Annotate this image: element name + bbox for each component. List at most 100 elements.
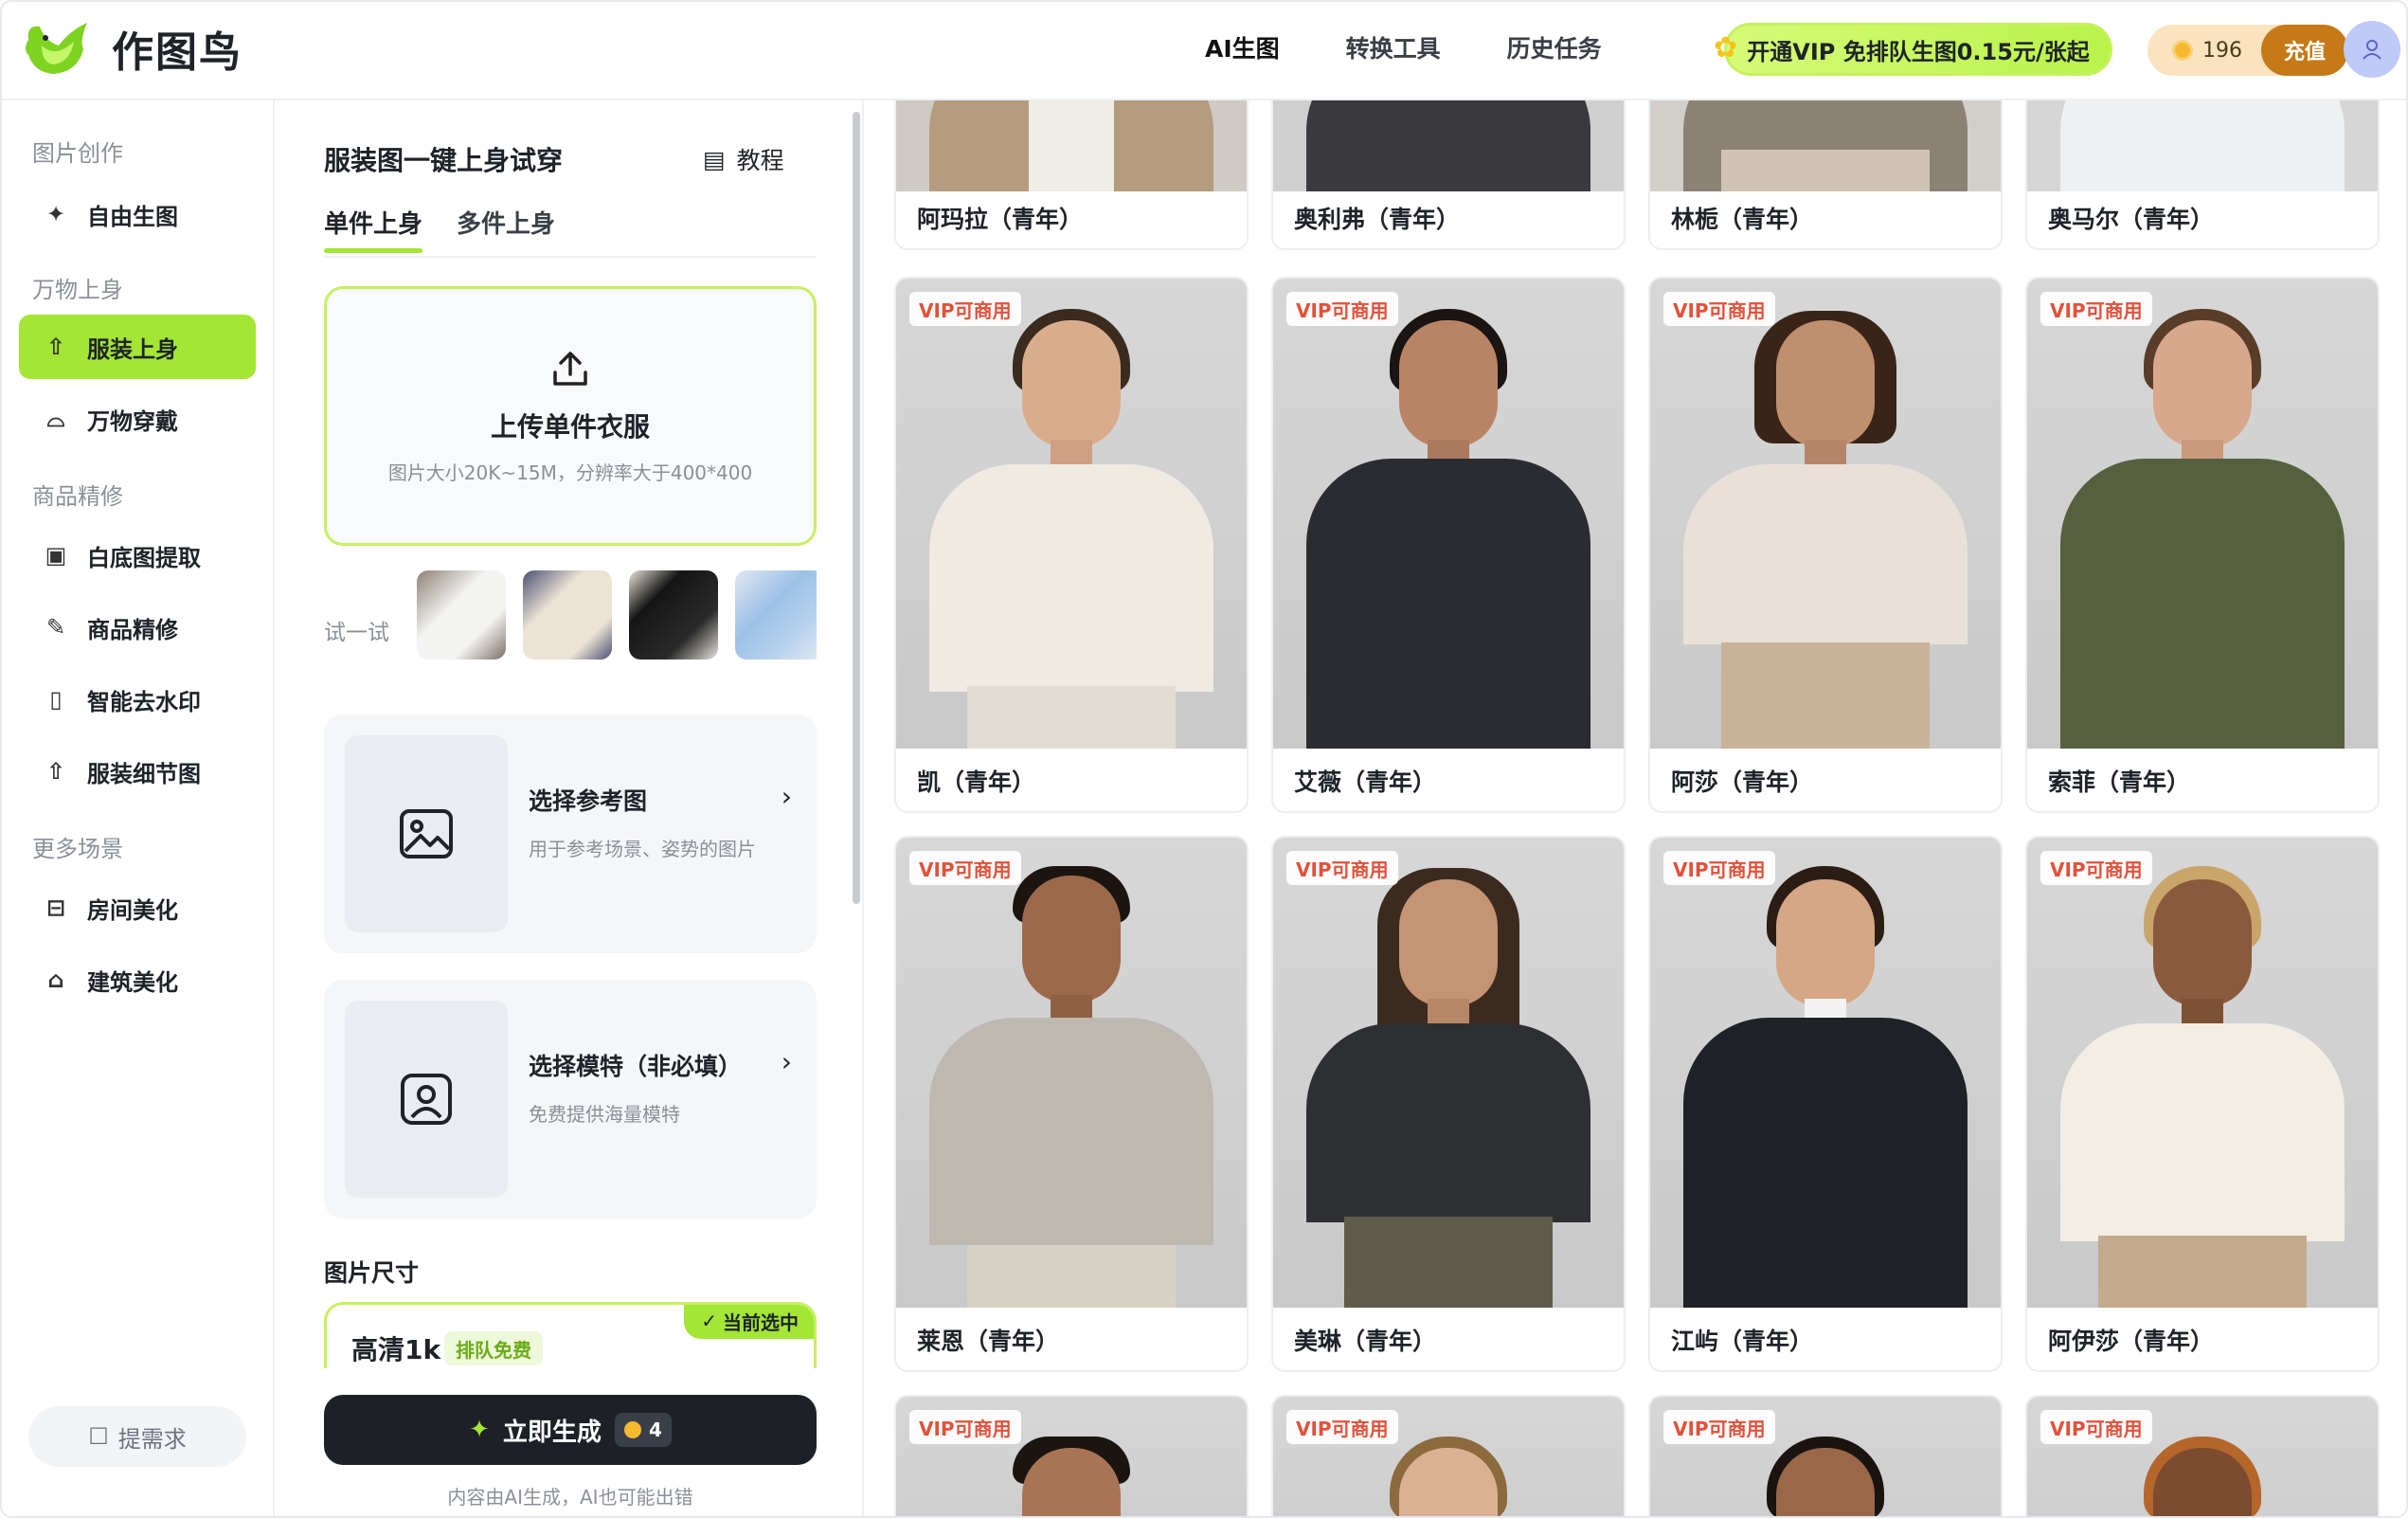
model-subtitle: 免费提供海量模特 — [529, 1103, 680, 1126]
model-selector[interactable]: 选择模特（非必填） 免费提供海量模特 › — [324, 980, 817, 1219]
panel-scrollbar[interactable] — [853, 112, 860, 904]
model-card[interactable]: 林栀（青年） — [1648, 100, 2003, 250]
sidebar-item-label: 白底图提取 — [87, 544, 201, 571]
nav-ai-generate[interactable]: AI生图 — [1201, 30, 1284, 70]
sidebar-item-remove-watermark[interactable]: ▯ 智能去水印 — [19, 667, 256, 732]
model-gallery: 阿玛拉（青年） 奥利弗（青年） 林栀（青年） 奥马尔（青年） VIP可商用 凯（… — [866, 100, 2406, 1516]
model-figure — [1683, 1018, 1968, 1308]
vip-promo-banner[interactable]: ✿ 开通VIP 免排队生图0.15元/张起 — [1714, 23, 2112, 76]
model-figure — [1344, 1217, 1553, 1308]
reference-subtitle: 用于参考场景、姿势的图片 — [529, 838, 756, 860]
model-photo — [2027, 279, 2378, 749]
sidebar-item-building-beautify[interactable]: ⌂ 建筑美化 — [19, 948, 256, 1012]
model-figure — [1721, 642, 1930, 749]
model-card[interactable]: VIP可商用 凯（青年） — [894, 277, 1249, 813]
sidebar-item-label: 房间美化 — [87, 896, 178, 924]
sidebar-item-label: 商品精修 — [87, 616, 178, 643]
sidebar-item-white-bg-extract[interactable]: ▣ 白底图提取 — [19, 523, 256, 587]
sidebar-item-clothing-detail[interactable]: ⇧ 服装细节图 — [19, 739, 256, 804]
reference-image-selector[interactable]: 选择参考图 用于参考场景、姿势的图片 › — [324, 714, 817, 953]
vip-commercial-tag: VIP可商用 — [1663, 292, 1775, 326]
sidebar-item-label: 自由生图 — [87, 203, 178, 230]
model-photo — [1273, 100, 1624, 191]
sample-thumb[interactable] — [417, 570, 506, 660]
model-figure — [1022, 876, 1121, 1003]
model-name: 阿伊莎（青年） — [2048, 1328, 2215, 1355]
model-photo — [1650, 100, 2001, 191]
upload-dropzone[interactable]: 上传单件衣服 图片大小20K~15M，分辨率大于400*400 — [324, 286, 817, 546]
tab-single-item[interactable]: 单件上身 — [324, 205, 423, 253]
model-card[interactable]: 阿玛拉（青年） — [894, 100, 1249, 250]
model-figure — [1306, 100, 1590, 191]
user-avatar[interactable] — [2344, 21, 2400, 78]
sidebar-item-product-retouch[interactable]: ✎ 商品精修 — [19, 595, 256, 660]
model-card[interactable]: VIP可商用 艾薇（青年） — [1271, 277, 1626, 813]
eraser-icon: ▯ — [49, 686, 63, 713]
model-name: 美琳（青年） — [1294, 1328, 1437, 1355]
model-card[interactable]: VIP可商用 莱恩（青年） — [894, 836, 1249, 1372]
model-card[interactable]: VIP可商用 — [1271, 1395, 1626, 1516]
model-card[interactable]: VIP可商用 索菲（青年） — [2025, 277, 2380, 813]
model-card[interactable]: VIP可商用 阿莎（青年） — [1648, 277, 2003, 813]
model-name: 林栀（青年） — [1671, 206, 1814, 233]
model-name: 江屿（青年） — [1671, 1328, 1814, 1355]
model-card[interactable]: VIP可商用 — [1648, 1395, 2003, 1516]
model-figure — [2153, 879, 2252, 1006]
sidebar-section-title: 更多场景 — [32, 836, 123, 862]
model-photo — [896, 100, 1247, 191]
shirt-detail-icon: ⇧ — [45, 758, 66, 785]
model-figure — [1776, 320, 1875, 447]
app-window: 作图鸟 AI生图 转换工具 历史任务 ✿ 开通VIP 免排队生图0.15元/张起… — [0, 0, 2408, 1518]
sidebar-item-wear-anything[interactable]: ⌓ 万物穿戴 — [19, 387, 256, 451]
model-card[interactable]: VIP可商用 阿伊莎（青年） — [2025, 836, 2380, 1372]
model-figure — [1022, 320, 1121, 447]
generate-button[interactable]: ✦ 立即生成 4 — [324, 1395, 817, 1465]
model-figure — [967, 686, 1176, 749]
sparkle-icon: ✦ — [45, 201, 66, 227]
model-photo — [2027, 100, 2378, 191]
model-figure — [1029, 100, 1114, 191]
sidebar-section-title: 图片创作 — [32, 140, 123, 167]
logo[interactable]: 作图鸟 — [21, 17, 243, 80]
model-card[interactable]: 奥利弗（青年） — [1271, 100, 1626, 250]
model-photo — [1273, 279, 1624, 749]
model-card[interactable]: VIP可商用 江屿（青年） — [1648, 836, 2003, 1372]
model-card[interactable]: VIP可商用 美琳（青年） — [1271, 836, 1626, 1372]
tutorial-link[interactable]: ▤ 教程 — [703, 142, 784, 176]
size-option-hd1k[interactable]: 高清1k 排队免费 ✓ 当前选中 — [324, 1302, 817, 1368]
selected-badge-label: 当前选中 — [723, 1310, 799, 1334]
vip-commercial-tag: VIP可商用 — [2040, 1410, 2152, 1444]
model-figure — [967, 1245, 1176, 1308]
model-card[interactable]: 奥马尔（青年） — [2025, 100, 2380, 250]
pen-icon: ✎ — [45, 614, 66, 641]
model-figure — [2153, 320, 2252, 447]
sidebar-section-title: 商品精修 — [32, 483, 123, 510]
sidebar-item-room-beautify[interactable]: ⊟ 房间美化 — [19, 876, 256, 940]
model-figure — [1399, 320, 1498, 447]
model-card[interactable]: VIP可商用 — [2025, 1395, 2380, 1516]
model-card[interactable]: VIP可商用 — [894, 1395, 1249, 1516]
model-figure — [929, 464, 1213, 692]
shoe-icon: ⌓ — [46, 406, 65, 432]
try-label: 试一试 — [324, 621, 389, 645]
sample-thumb[interactable] — [629, 570, 718, 660]
model-placeholder — [345, 1001, 508, 1198]
coin-count: 196 — [2202, 38, 2242, 63]
tab-multi-item[interactable]: 多件上身 — [457, 205, 555, 253]
sample-thumb[interactable] — [523, 570, 612, 660]
sidebar-item-clothing-tryon[interactable]: ⇧ 服装上身 — [19, 315, 256, 379]
sidebar-item-free-generate[interactable]: ✦ 自由生图 — [19, 182, 256, 246]
nav-history-tasks[interactable]: 历史任务 — [1507, 30, 1602, 70]
vip-commercial-tag: VIP可商用 — [909, 851, 1021, 885]
nav-convert-tools[interactable]: 转换工具 — [1346, 30, 1441, 70]
model-figure — [1776, 879, 1875, 1006]
feedback-button[interactable]: ☐ 提需求 — [28, 1406, 246, 1467]
model-photo — [1650, 838, 2001, 1308]
portrait-icon — [401, 1074, 452, 1125]
reference-title: 选择参考图 — [529, 787, 648, 815]
model-name: 阿莎（青年） — [1671, 768, 1814, 796]
flower-icon: ✿ — [1714, 31, 1738, 64]
sample-thumb[interactable] — [735, 570, 817, 660]
recharge-button[interactable]: 充值 — [2261, 25, 2348, 76]
image-size-label: 图片尺寸 — [324, 1259, 420, 1287]
